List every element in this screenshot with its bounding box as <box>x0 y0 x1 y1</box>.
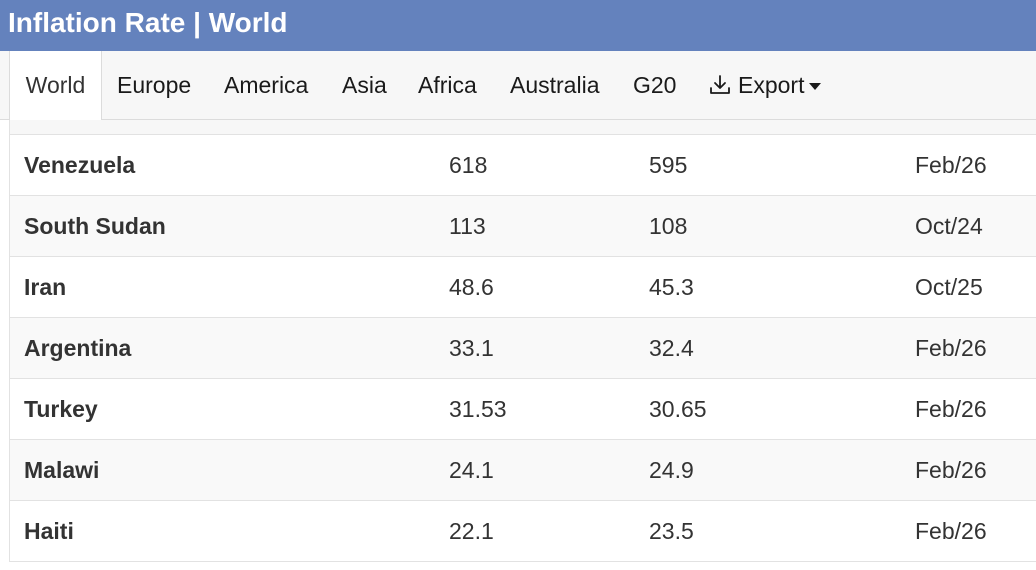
country-link[interactable]: Turkey <box>24 379 98 439</box>
region-tab-bar: World Europe America Asia Africa Austral… <box>0 51 1036 120</box>
tab-world[interactable]: World <box>9 51 102 120</box>
table-row: Venezuela 618 595 Feb/26 <box>10 135 1036 196</box>
download-icon <box>710 75 730 94</box>
last-value: 618 <box>449 152 488 178</box>
tab-asia[interactable]: Asia <box>342 51 387 119</box>
tab-europe[interactable]: Europe <box>117 51 191 119</box>
last-value: 48.6 <box>449 274 494 300</box>
last-value: 24.1 <box>449 457 494 483</box>
tab-g20[interactable]: G20 <box>633 51 676 119</box>
reference-date: Feb/26 <box>915 335 987 361</box>
table-row: Argentina 33.1 32.4 Feb/26 <box>10 318 1036 379</box>
reference-date: Feb/26 <box>915 152 987 178</box>
last-value: 22.1 <box>449 518 494 544</box>
table-row: Iran 48.6 45.3 Oct/25 <box>10 257 1036 318</box>
last-value: 113 <box>449 213 486 239</box>
caret-down-icon <box>809 82 822 90</box>
country-link[interactable]: South Sudan <box>24 196 166 256</box>
last-value: 31.53 <box>449 396 507 422</box>
tab-africa[interactable]: Africa <box>418 51 477 119</box>
previous-value: 24.9 <box>649 457 694 483</box>
reference-date: Feb/26 <box>915 396 987 422</box>
table-row: Malawi 24.1 24.9 Feb/26 <box>10 440 1036 501</box>
previous-value: 595 <box>649 152 688 178</box>
previous-value: 108 <box>649 213 688 239</box>
reference-date: Oct/24 <box>915 213 983 239</box>
export-dropdown-button[interactable]: Export <box>708 51 822 119</box>
reference-date: Feb/26 <box>915 457 987 483</box>
previous-value: 30.65 <box>649 396 707 422</box>
table-row: South Sudan 113 108 Oct/24 <box>10 196 1036 257</box>
export-label: Export <box>738 71 805 98</box>
country-link[interactable]: Haiti <box>24 501 74 561</box>
table-header-strip <box>9 120 1036 134</box>
inflation-table: Venezuela 618 595 Feb/26 South Sudan 113… <box>9 134 1036 562</box>
country-link[interactable]: Argentina <box>24 318 131 378</box>
table-row: Turkey 31.53 30.65 Feb/26 <box>10 379 1036 440</box>
tab-australia[interactable]: Australia <box>510 51 599 119</box>
reference-date: Oct/25 <box>915 274 983 300</box>
previous-value: 32.4 <box>649 335 694 361</box>
tab-america[interactable]: America <box>224 51 308 119</box>
table-row: Haiti 22.1 23.5 Feb/26 <box>10 501 1036 562</box>
reference-date: Feb/26 <box>915 518 987 544</box>
page-title: Inflation Rate | World <box>8 7 288 38</box>
previous-value: 45.3 <box>649 274 694 300</box>
country-link[interactable]: Venezuela <box>24 135 135 195</box>
country-link[interactable]: Malawi <box>24 440 99 500</box>
page-header: Inflation Rate | World <box>0 0 1036 51</box>
country-link[interactable]: Iran <box>24 257 66 317</box>
last-value: 33.1 <box>449 335 494 361</box>
previous-value: 23.5 <box>649 518 694 544</box>
